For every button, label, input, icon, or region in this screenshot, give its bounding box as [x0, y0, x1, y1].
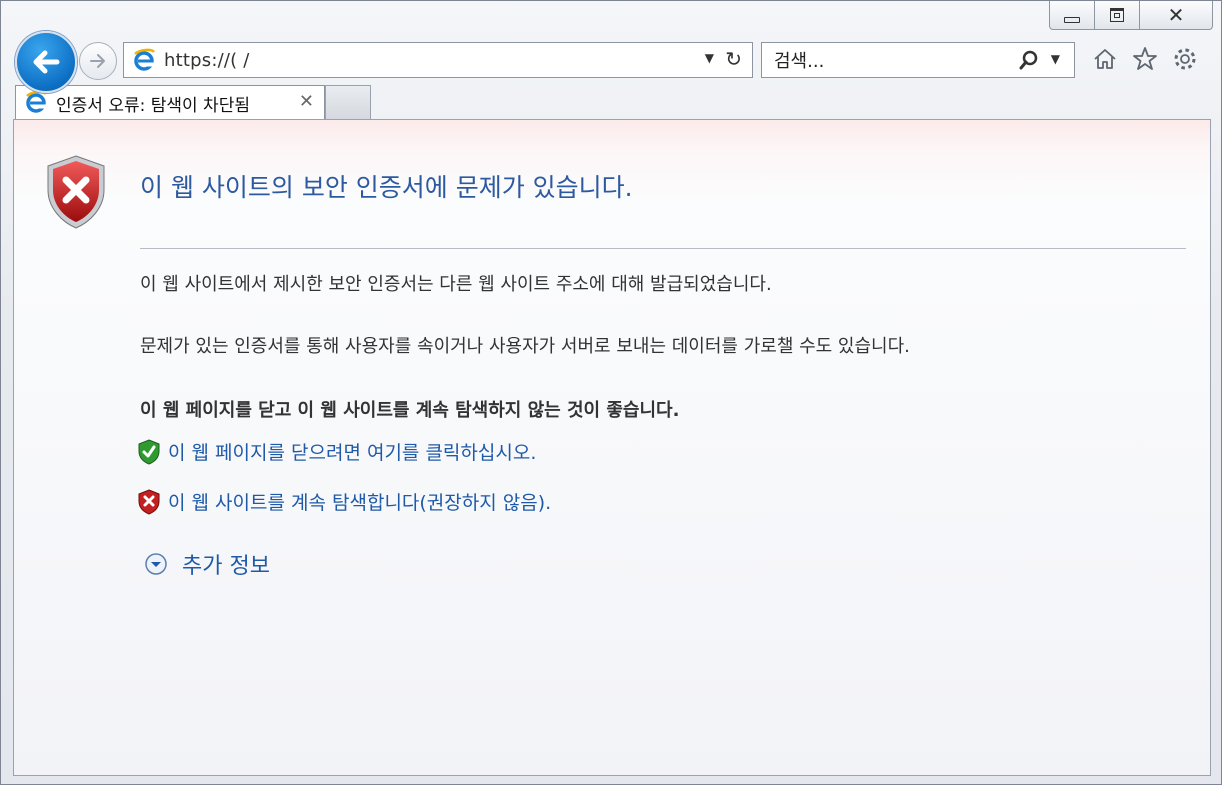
more-info-label[interactable]: 추가 정보	[182, 548, 270, 580]
shield-error-icon	[138, 488, 160, 515]
search-icon[interactable]	[1018, 49, 1040, 75]
tab-certificate-error[interactable]: 인증서 오류: 탐색이 차단됨 ✕	[15, 85, 325, 120]
description-text: 이 웹 사이트에서 제시한 보안 인증서는 다른 웹 사이트 주소에 대해 발급…	[140, 274, 772, 295]
close-window-button[interactable]: ✕	[1140, 1, 1213, 30]
expand-chevron-icon	[145, 553, 167, 575]
forward-arrow-icon	[90, 54, 105, 68]
window-controls: ✕	[1049, 1, 1213, 31]
shield-ok-icon	[138, 438, 160, 465]
close-icon: ✕	[1167, 3, 1185, 27]
new-tab-button[interactable]	[325, 85, 371, 119]
continue-link-text[interactable]: 이 웹 사이트를 계속 탐색합니다(권장하지 않음).	[168, 488, 551, 515]
settings-gear-icon[interactable]	[1171, 45, 1199, 73]
address-url: https://( /	[164, 49, 250, 71]
page-title: 이 웹 사이트의 보안 인증서에 문제가 있습니다.	[140, 173, 633, 202]
search-dropdown-icon[interactable]: ▼	[1051, 52, 1060, 66]
favorites-star-icon[interactable]	[1131, 45, 1159, 73]
browser-window: ✕ https://( / ▼ ↻ 검색... ▼ 인증서 오류: 탐색이 차단…	[0, 0, 1222, 785]
tab-title: 인증서 오류: 탐색이 차단됨	[56, 95, 250, 116]
close-page-link-text[interactable]: 이 웹 페이지를 닫으려면 여기를 클릭하십시오.	[168, 438, 536, 465]
warning-text: 문제가 있는 인증서를 통해 사용자를 속이거나 사용자가 서버로 보내는 데이…	[140, 336, 910, 357]
error-page: 이 웹 사이트의 보안 인증서에 문제가 있습니다. 이 웹 사이트에서 제시한…	[13, 119, 1211, 776]
address-bar[interactable]: https://( / ▼ ↻	[123, 42, 753, 78]
back-arrow-icon	[33, 50, 60, 74]
address-dropdown-icon[interactable]: ▼	[705, 51, 714, 65]
minimize-icon	[1064, 17, 1080, 23]
tab-close-icon[interactable]: ✕	[299, 91, 314, 112]
continue-link[interactable]: 이 웹 사이트를 계속 탐색합니다(권장하지 않음).	[138, 488, 551, 515]
home-icon[interactable]	[1091, 45, 1119, 73]
divider	[140, 248, 1186, 249]
more-info-toggle[interactable]: 추가 정보	[144, 548, 270, 580]
search-input[interactable]: 검색...	[774, 47, 824, 73]
forward-button[interactable]	[79, 42, 117, 80]
maximize-button[interactable]	[1095, 1, 1140, 30]
restore-icon	[1110, 8, 1124, 22]
toolbar-icons	[1091, 45, 1199, 73]
search-box[interactable]: 검색... ▼	[761, 42, 1075, 78]
recommendation-text: 이 웹 페이지를 닫고 이 웹 사이트를 계속 탐색하지 않는 것이 좋습니다.	[140, 400, 680, 421]
back-button[interactable]	[15, 31, 77, 93]
close-page-link[interactable]: 이 웹 페이지를 닫으려면 여기를 클릭하십시오.	[138, 438, 536, 465]
shield-error-icon	[44, 154, 108, 234]
ie-logo-icon	[132, 48, 156, 76]
ie-logo-icon	[24, 90, 48, 118]
minimize-button[interactable]	[1049, 1, 1095, 30]
refresh-icon[interactable]: ↻	[725, 47, 742, 71]
